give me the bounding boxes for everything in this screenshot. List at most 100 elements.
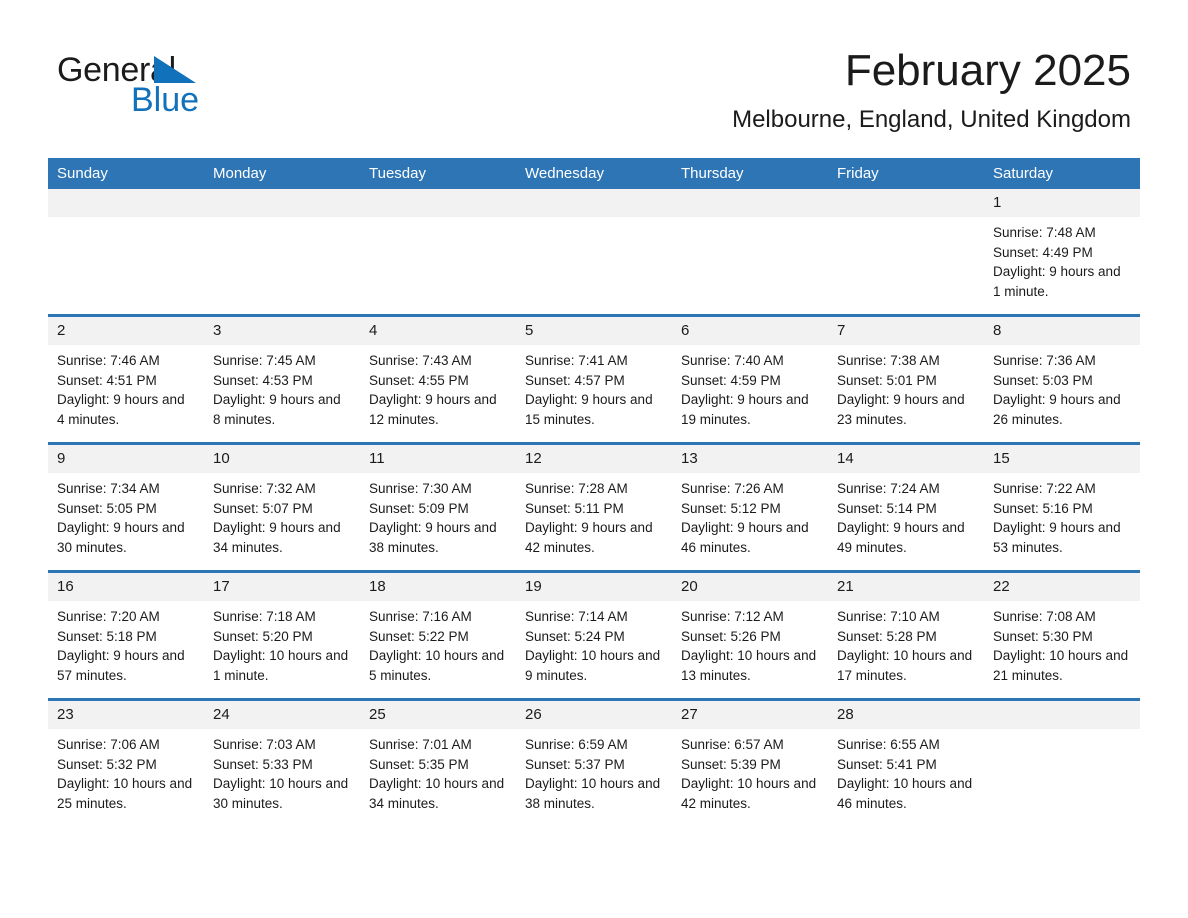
day-details: Sunrise: 6:55 AM Sunset: 5:41 PM Daylight:… [828, 729, 984, 813]
calendar-day-cell[interactable]: 14 Sunrise: 7:24 AM Sunset: 5:14 PM Dayligh… [828, 442, 984, 572]
day-number: 24 [204, 701, 360, 729]
calendar-day-cell[interactable]: 7 Sunrise: 7:38 AM Sunset: 5:01 PM Daylight… [828, 314, 984, 444]
daylight-text: Daylight: 9 hours and 19 minutes. [681, 392, 809, 427]
day-number: 2 [48, 317, 204, 345]
calendar-day-cell[interactable]: 13 Sunrise: 7:26 AM Sunset: 5:12 PM Dayligh… [672, 442, 828, 572]
day-details: Sunrise: 7:32 AM Sunset: 5:07 PM Daylight:… [204, 473, 360, 557]
sunrise-text: Sunrise: 7:14 AM [525, 609, 628, 624]
calendar-table: Sunday Monday Tuesday Wednesday Thursday… [48, 158, 1140, 826]
day-details: Sunrise: 7:06 AM Sunset: 5:32 PM Daylight:… [48, 729, 204, 813]
day-number: 7 [828, 317, 984, 345]
calendar-day-cell[interactable]: 2 Sunrise: 7:46 AM Sunset: 4:51 PM Daylight… [48, 314, 204, 444]
daylight-text: Daylight: 9 hours and 15 minutes. [525, 392, 653, 427]
day-details: Sunrise: 7:46 AM Sunset: 4:51 PM Daylight:… [48, 345, 204, 429]
sunset-text: Sunset: 5:16 PM [993, 500, 1093, 516]
sunrise-text: Sunrise: 7:06 AM [57, 737, 160, 752]
sunrise-text: Sunrise: 7:10 AM [837, 609, 940, 624]
calendar-day-cell[interactable]: 28 Sunrise: 6:55 AM Sunset: 5:41 PM Dayligh… [828, 698, 984, 826]
daylight-text: Daylight: 9 hours and 26 minutes. [993, 392, 1121, 427]
calendar-day-cell[interactable]: 6 Sunrise: 7:40 AM Sunset: 4:59 PM Daylight… [672, 314, 828, 444]
calendar-day-cell[interactable]: 17 Sunrise: 7:18 AM Sunset: 5:20 PM Dayligh… [204, 570, 360, 700]
sunrise-text: Sunrise: 7:20 AM [57, 609, 160, 624]
calendar-week-row: 16 Sunrise: 7:20 AM Sunset: 5:18 PM Dayligh… [48, 570, 1140, 700]
sunset-text: Sunset: 5:41 PM [837, 756, 937, 772]
calendar-day-cell-empty [984, 698, 1140, 826]
logo-text-blue: Blue [131, 81, 200, 119]
calendar-day-cell-empty [828, 189, 984, 316]
daylight-text: Daylight: 10 hours and 1 minute. [213, 648, 349, 683]
day-details: Sunrise: 7:28 AM Sunset: 5:11 PM Daylight:… [516, 473, 672, 557]
daylight-text: Daylight: 10 hours and 13 minutes. [681, 648, 817, 683]
day-details: Sunrise: 7:26 AM Sunset: 5:12 PM Daylight:… [672, 473, 828, 557]
calendar-day-cell[interactable]: 1 Sunrise: 7:48 AM Sunset: 4:49 PM Daylight… [984, 189, 1140, 316]
calendar-head: Sunday Monday Tuesday Wednesday Thursday… [48, 158, 1140, 189]
day-details: Sunrise: 7:14 AM Sunset: 5:24 PM Daylight:… [516, 601, 672, 685]
calendar-day-cell[interactable]: 22 Sunrise: 7:08 AM Sunset: 5:30 PM Dayligh… [984, 570, 1140, 700]
day-number: 26 [516, 701, 672, 729]
sunset-text: Sunset: 4:55 PM [369, 372, 469, 388]
day-number: 28 [828, 701, 984, 729]
calendar-week-row: 23 Sunrise: 7:06 AM Sunset: 5:32 PM Dayligh… [48, 698, 1140, 826]
day-details: Sunrise: 7:40 AM Sunset: 4:59 PM Daylight:… [672, 345, 828, 429]
day-number: 14 [828, 445, 984, 473]
day-number: 3 [204, 317, 360, 345]
sunrise-text: Sunrise: 7:38 AM [837, 353, 940, 368]
daylight-text: Daylight: 10 hours and 17 minutes. [837, 648, 973, 683]
calendar-day-cell[interactable]: 12 Sunrise: 7:28 AM Sunset: 5:11 PM Dayligh… [516, 442, 672, 572]
day-details: Sunrise: 7:08 AM Sunset: 5:30 PM Daylight:… [984, 601, 1140, 685]
sunset-text: Sunset: 5:05 PM [57, 500, 157, 516]
sunrise-text: Sunrise: 7:36 AM [993, 353, 1096, 368]
calendar-day-cell[interactable]: 8 Sunrise: 7:36 AM Sunset: 5:03 PM Daylight… [984, 314, 1140, 444]
calendar-day-cell[interactable]: 15 Sunrise: 7:22 AM Sunset: 5:16 PM Dayligh… [984, 442, 1140, 572]
day-number: 10 [204, 445, 360, 473]
daylight-text: Daylight: 9 hours and 46 minutes. [681, 520, 809, 555]
daylight-text: Daylight: 9 hours and 30 minutes. [57, 520, 185, 555]
day-details: Sunrise: 7:18 AM Sunset: 5:20 PM Daylight:… [204, 601, 360, 685]
daylight-text: Daylight: 10 hours and 42 minutes. [681, 776, 817, 811]
calendar-day-cell[interactable]: 9 Sunrise: 7:34 AM Sunset: 5:05 PM Daylight… [48, 442, 204, 572]
sunrise-text: Sunrise: 7:32 AM [213, 481, 316, 496]
calendar-day-cell[interactable]: 27 Sunrise: 6:57 AM Sunset: 5:39 PM Dayligh… [672, 698, 828, 826]
calendar-day-cell[interactable]: 21 Sunrise: 7:10 AM Sunset: 5:28 PM Dayligh… [828, 570, 984, 700]
daylight-text: Daylight: 9 hours and 23 minutes. [837, 392, 965, 427]
calendar-day-cell[interactable]: 3 Sunrise: 7:45 AM Sunset: 4:53 PM Daylight… [204, 314, 360, 444]
calendar-week-row: 2 Sunrise: 7:46 AM Sunset: 4:51 PM Daylight… [48, 314, 1140, 444]
calendar-day-cell[interactable]: 18 Sunrise: 7:16 AM Sunset: 5:22 PM Dayligh… [360, 570, 516, 700]
day-number [828, 189, 984, 217]
day-number: 9 [48, 445, 204, 473]
location-subtitle: Melbourne, England, United Kingdom [732, 105, 1131, 133]
calendar-day-cell[interactable]: 5 Sunrise: 7:41 AM Sunset: 4:57 PM Daylight… [516, 314, 672, 444]
day-details: Sunrise: 7:36 AM Sunset: 5:03 PM Daylight:… [984, 345, 1140, 429]
weekday-header-sunday: Sunday [48, 158, 204, 189]
sunset-text: Sunset: 5:22 PM [369, 628, 469, 644]
calendar-day-cell[interactable]: 20 Sunrise: 7:12 AM Sunset: 5:26 PM Dayligh… [672, 570, 828, 700]
day-number: 27 [672, 701, 828, 729]
page-header: General Blue February 2025 Melbourne, En… [0, 0, 1188, 132]
sunrise-text: Sunrise: 7:12 AM [681, 609, 784, 624]
calendar-day-cell[interactable]: 19 Sunrise: 7:14 AM Sunset: 5:24 PM Dayligh… [516, 570, 672, 700]
calendar-day-cell[interactable]: 26 Sunrise: 6:59 AM Sunset: 5:37 PM Dayligh… [516, 698, 672, 826]
calendar-day-cell[interactable]: 24 Sunrise: 7:03 AM Sunset: 5:33 PM Dayligh… [204, 698, 360, 826]
calendar-day-cell[interactable]: 11 Sunrise: 7:30 AM Sunset: 5:09 PM Dayligh… [360, 442, 516, 572]
sunset-text: Sunset: 5:03 PM [993, 372, 1093, 388]
calendar-day-cell[interactable]: 25 Sunrise: 7:01 AM Sunset: 5:35 PM Dayligh… [360, 698, 516, 826]
calendar-week-row: 9 Sunrise: 7:34 AM Sunset: 5:05 PM Daylight… [48, 442, 1140, 572]
sunrise-text: Sunrise: 7:26 AM [681, 481, 784, 496]
day-number: 4 [360, 317, 516, 345]
daylight-text: Daylight: 10 hours and 30 minutes. [213, 776, 349, 811]
day-details: Sunrise: 7:20 AM Sunset: 5:18 PM Daylight:… [48, 601, 204, 685]
day-number [672, 189, 828, 217]
day-number [984, 701, 1140, 729]
daylight-text: Daylight: 9 hours and 12 minutes. [369, 392, 497, 427]
sunset-text: Sunset: 5:20 PM [213, 628, 313, 644]
title-block: February 2025 Melbourne, England, United… [732, 47, 1131, 133]
sunset-text: Sunset: 5:33 PM [213, 756, 313, 772]
day-number: 13 [672, 445, 828, 473]
calendar-day-cell[interactable]: 10 Sunrise: 7:32 AM Sunset: 5:07 PM Dayligh… [204, 442, 360, 572]
calendar-day-cell[interactable]: 16 Sunrise: 7:20 AM Sunset: 5:18 PM Dayligh… [48, 570, 204, 700]
calendar-day-cell[interactable]: 4 Sunrise: 7:43 AM Sunset: 4:55 PM Daylight… [360, 314, 516, 444]
calendar-day-cell[interactable]: 23 Sunrise: 7:06 AM Sunset: 5:32 PM Dayligh… [48, 698, 204, 826]
day-details: Sunrise: 7:41 AM Sunset: 4:57 PM Daylight:… [516, 345, 672, 429]
sunrise-text: Sunrise: 7:45 AM [213, 353, 316, 368]
day-details: Sunrise: 7:30 AM Sunset: 5:09 PM Daylight:… [360, 473, 516, 557]
